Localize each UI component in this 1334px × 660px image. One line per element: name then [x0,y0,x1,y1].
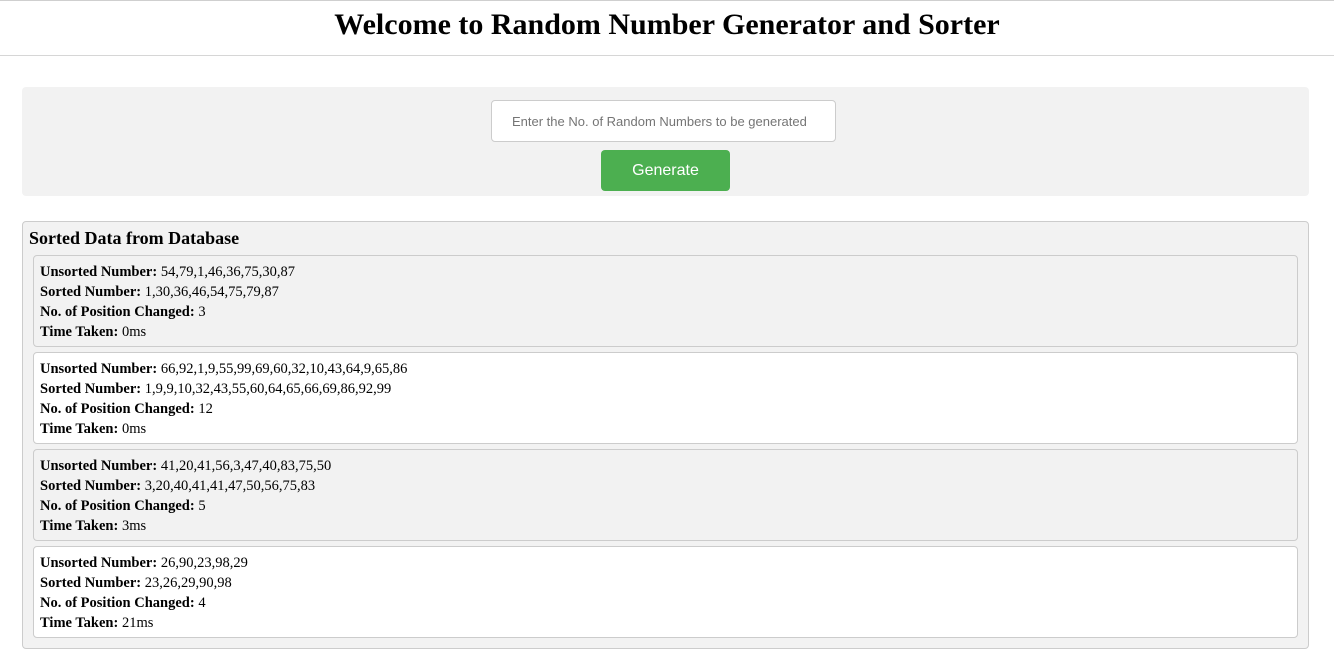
page-header: Welcome to Random Number Generator and S… [0,0,1334,56]
unsorted-label: Unsorted Number: [40,264,158,280]
unsorted-label: Unsorted Number: [40,555,158,571]
sorted-data-panel: Sorted Data from Database Unsorted Numbe… [22,221,1309,649]
time-line: Time Taken: 0ms [40,419,1291,439]
unsorted-line: Unsorted Number: 66,92,1,9,55,99,69,60,3… [40,359,1291,379]
unsorted-value: 26,90,23,98,29 [160,555,248,571]
positions-line: No. of Position Changed: 3 [40,302,1291,322]
record-item: Unsorted Number: 41,20,41,56,3,47,40,83,… [33,449,1298,541]
sorted-label: Sorted Number: [40,575,142,591]
record-item: Unsorted Number: 66,92,1,9,55,99,69,60,3… [33,352,1298,444]
unsorted-label: Unsorted Number: [40,458,158,474]
sorted-value: 23,26,29,90,98 [144,575,232,591]
record-item: Unsorted Number: 26,90,23,98,29 Sorted N… [33,546,1298,638]
positions-value: 3 [198,304,206,320]
sorted-line: Sorted Number: 23,26,29,90,98 [40,573,1291,593]
time-label: Time Taken: [40,324,119,340]
sorted-label: Sorted Number: [40,381,142,397]
sorted-value: 1,30,36,46,54,75,79,87 [144,284,279,300]
positions-value: 4 [198,595,206,611]
sorted-data-title: Sorted Data from Database [29,228,240,248]
time-label: Time Taken: [40,615,119,631]
record-item: Unsorted Number: 54,79,1,46,36,75,30,87 … [33,255,1298,347]
unsorted-value: 66,92,1,9,55,99,69,60,32,10,43,64,9,65,8… [160,361,408,377]
time-value: 21ms [121,615,154,631]
time-value: 0ms [121,421,147,437]
page-title: Welcome to Random Number Generator and S… [334,8,1000,41]
unsorted-label: Unsorted Number: [40,361,158,377]
generator-panel: Generate [22,87,1309,196]
unsorted-line: Unsorted Number: 41,20,41,56,3,47,40,83,… [40,456,1291,476]
positions-value: 12 [198,401,213,417]
positions-label: No. of Position Changed: [40,304,195,320]
sorted-line: Sorted Number: 3,20,40,41,41,47,50,56,75… [40,476,1291,496]
positions-label: No. of Position Changed: [40,498,195,514]
positions-line: No. of Position Changed: 4 [40,593,1291,613]
generate-button[interactable]: Generate [601,150,730,191]
time-line: Time Taken: 0ms [40,322,1291,342]
time-label: Time Taken: [40,518,119,534]
unsorted-value: 54,79,1,46,36,75,30,87 [160,264,295,280]
unsorted-line: Unsorted Number: 26,90,23,98,29 [40,553,1291,573]
time-value: 0ms [121,324,147,340]
sorted-label: Sorted Number: [40,284,142,300]
sorted-label: Sorted Number: [40,478,142,494]
positions-line: No. of Position Changed: 5 [40,496,1291,516]
positions-label: No. of Position Changed: [40,595,195,611]
time-line: Time Taken: 21ms [40,613,1291,633]
sorted-value: 1,9,9,10,32,43,55,60,64,65,66,69,86,92,9… [144,381,392,397]
positions-value: 5 [198,498,206,514]
positions-label: No. of Position Changed: [40,401,195,417]
sorted-value: 3,20,40,41,41,47,50,56,75,83 [144,478,316,494]
random-count-input[interactable] [491,100,836,142]
time-value: 3ms [121,518,147,534]
sorted-line: Sorted Number: 1,9,9,10,32,43,55,60,64,6… [40,379,1291,399]
unsorted-line: Unsorted Number: 54,79,1,46,36,75,30,87 [40,262,1291,282]
unsorted-value: 41,20,41,56,3,47,40,83,75,50 [160,458,332,474]
time-label: Time Taken: [40,421,119,437]
time-line: Time Taken: 3ms [40,516,1291,536]
positions-line: No. of Position Changed: 12 [40,399,1291,419]
sorted-line: Sorted Number: 1,30,36,46,54,75,79,87 [40,282,1291,302]
